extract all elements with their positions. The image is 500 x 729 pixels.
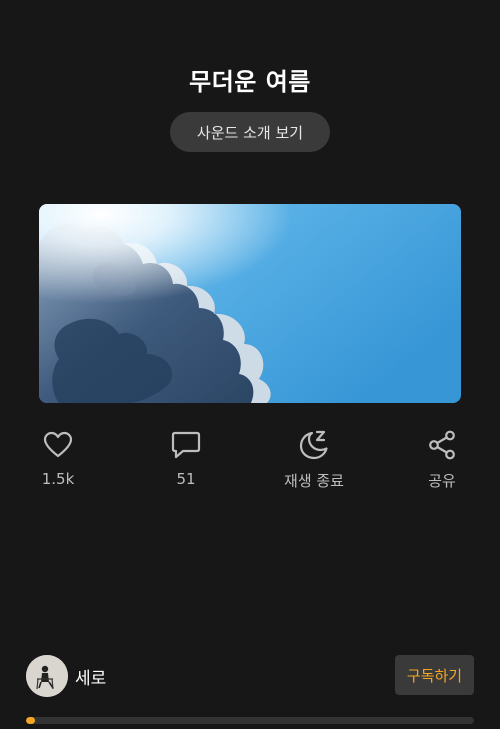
creator-info[interactable]: 세로 — [26, 655, 106, 697]
creator-name[interactable]: 세로 — [75, 664, 106, 689]
heart-icon[interactable] — [41, 428, 75, 462]
comment-count: 51 — [176, 470, 196, 488]
sleep-timer-action[interactable]: 재생 종료 — [269, 428, 359, 491]
playback-progress-fill — [26, 717, 35, 724]
like-action[interactable]: 1.5k — [13, 428, 103, 488]
share-action[interactable]: 공유 — [397, 428, 487, 491]
like-count: 1.5k — [41, 470, 75, 488]
playback-progress-bar[interactable] — [26, 717, 474, 724]
sleep-timer-label: 재생 종료 — [284, 472, 344, 490]
share-icon[interactable] — [425, 428, 459, 462]
subscribe-button[interactable]: 구독하기 — [395, 655, 474, 695]
share-label: 공유 — [428, 472, 456, 490]
comment-action[interactable]: 51 — [141, 428, 231, 488]
comment-icon[interactable] — [169, 428, 203, 462]
track-title: 무더운 여름 — [189, 68, 311, 96]
sleep-timer-icon[interactable] — [297, 428, 331, 462]
cover-image — [39, 204, 461, 403]
sound-intro-button[interactable]: 사운드 소개 보기 — [170, 112, 330, 152]
creator-avatar[interactable] — [26, 655, 68, 697]
action-bar: 1.5k 51 재생 종료 공유 — [0, 428, 500, 498]
